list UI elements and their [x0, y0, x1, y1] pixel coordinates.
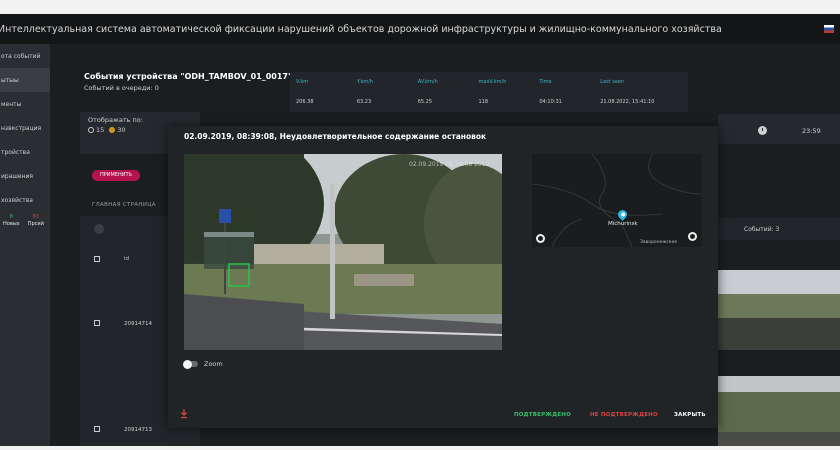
- stats-header: AV.km/h: [417, 79, 438, 85]
- filter-label: Отображать по:: [88, 116, 143, 124]
- right-panel: 23:59 Событий: 3: [718, 114, 840, 446]
- sidebar-item-violations[interactable]: ирашения: [0, 164, 50, 188]
- zoom-toggle[interactable]: Zoom: [183, 359, 223, 369]
- zoom-label: Zoom: [204, 360, 223, 368]
- radio-circle-icon: [88, 127, 94, 133]
- queue-count: Событий в очереди: 0: [84, 84, 159, 92]
- column-id-header: id: [124, 256, 130, 262]
- event-thumbnail[interactable]: [718, 270, 840, 350]
- confirm-button[interactable]: ПОДТВЕРЖДЕНО: [514, 412, 571, 418]
- app-frame: Интеллектуальная система автоматической …: [0, 14, 840, 446]
- location-map[interactable]: Michurinsk Заворонежское: [532, 154, 702, 247]
- photo-timestamp: 02.09.2019 08:39:08 2019: [409, 161, 490, 168]
- close-button[interactable]: ЗАКРЫТЬ: [674, 412, 706, 418]
- event-photo[interactable]: 02.09.2019 08:39:08 2019: [184, 154, 502, 350]
- time-filter[interactable]: 23:59: [718, 114, 840, 144]
- sidebar-item-active[interactable]: ытыы: [0, 68, 50, 92]
- event-thumbnail[interactable]: [718, 376, 840, 446]
- stats-value: 04:10:31: [539, 99, 562, 105]
- events-count-box: Событий: 3: [718, 218, 840, 240]
- row-checkbox[interactable]: [94, 320, 100, 326]
- stat-new: 8 Новых: [3, 214, 20, 227]
- toggle-switch-icon: [183, 359, 198, 369]
- radio-15[interactable]: 15: [88, 126, 104, 134]
- stats-header: Last seen: [600, 79, 625, 85]
- row-id[interactable]: 20914713: [124, 427, 152, 433]
- stats-value: 21.08.2022, 15:41:10: [600, 99, 655, 105]
- street-photo-image: 02.09.2019 08:39:08 2019: [184, 154, 502, 350]
- time-value: 23:59: [802, 127, 821, 135]
- stats-header: Y.km/h: [356, 79, 374, 85]
- device-title: События устройства "ODH_TAMBOV_01_0017":: [84, 72, 296, 81]
- apply-button[interactable]: ПРИМЕНИТЬ: [92, 170, 140, 181]
- stats-header: maxV.km/h: [478, 79, 507, 85]
- stat-other: 63 Прсий: [27, 214, 44, 227]
- map-roads: [532, 154, 702, 247]
- sidebar-item-devices[interactable]: тройства: [0, 140, 50, 164]
- map-control-icon[interactable]: [536, 234, 545, 243]
- clock-icon: [758, 126, 767, 135]
- stats-value: 65.25: [417, 99, 433, 105]
- stats-header: Time: [539, 79, 552, 85]
- sidebar-item-utilities[interactable]: хозяйства: [0, 188, 50, 212]
- language-flag-icon[interactable]: [824, 25, 834, 33]
- app-title: Интеллектуальная система автоматической …: [0, 23, 722, 35]
- map-area-label: Заворонежское: [640, 240, 678, 245]
- modal-title: 02.09.2019, 08:39:08, Неудовлетворительн…: [184, 132, 487, 141]
- radio-30[interactable]: 30: [109, 126, 126, 134]
- breadcrumb[interactable]: ГЛАВНАЯ СТРАНИЦА: [92, 202, 156, 208]
- events-count: Событий: 3: [744, 226, 780, 233]
- stats-value: 63.23: [356, 99, 372, 105]
- sidebar: ота событий ытыы менты нзвкстрация тройс…: [0, 44, 50, 446]
- sidebar-item-admin[interactable]: нзвкстрация: [0, 116, 50, 140]
- event-detail-modal: 02.09.2019, 08:39:08, Неудовлетворительн…: [168, 126, 718, 428]
- stats-value: 118: [478, 99, 489, 105]
- device-stats-table: V.km Y.km/h AV.km/h maxV.km/h Time Last …: [290, 72, 688, 112]
- filter-icon[interactable]: [94, 224, 104, 234]
- top-bar: Интеллектуальная система автоматической …: [0, 14, 840, 44]
- stats-value: 206.38: [296, 99, 314, 105]
- page-size-options: 15 30: [88, 126, 126, 134]
- radio-circle-icon: [109, 127, 116, 133]
- row-checkbox[interactable]: [94, 426, 100, 432]
- row-id[interactable]: 20914714: [124, 321, 152, 327]
- stats-header: V.km: [296, 79, 309, 85]
- sidebar-item-events[interactable]: ота событий: [0, 44, 50, 68]
- sidebar-item-docs[interactable]: менты: [0, 92, 50, 116]
- select-all-checkbox[interactable]: [94, 256, 100, 262]
- download-icon[interactable]: [180, 409, 188, 419]
- reject-button[interactable]: НЕ ПОДТВЕРЖДЕНО: [590, 412, 658, 418]
- sidebar-stats: 8 Новых 63 Прсий: [0, 214, 50, 228]
- map-city-label: Michurinsk: [608, 221, 638, 227]
- map-control-icon[interactable]: [688, 232, 697, 241]
